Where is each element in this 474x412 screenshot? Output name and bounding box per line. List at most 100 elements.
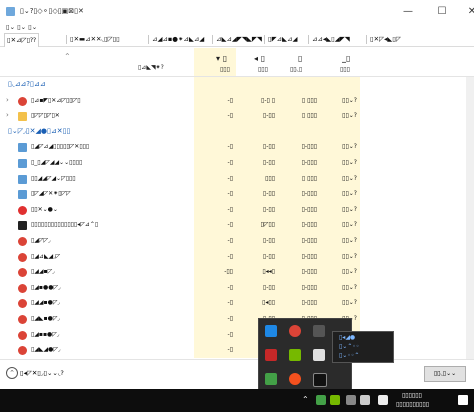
end-task-button[interactable]: ▯▯◟▯⌄⌄ [424,366,466,382]
nvidia-icon[interactable] [289,349,301,361]
column-header-status[interactable]: ▯⊿◣◥⁕? [138,64,164,71]
process-name: ▯⊿▪◤▯✕⊿◸▯▯◸▯ [31,96,81,104]
table-row[interactable]: ▯◢◢▪◸◞ -▯▯ ▯◂◂▯ ▯-▯▯▯ ▯▯⌄? [0,264,474,281]
memory-cell-bg [236,77,278,93]
column-header-cpu-pct[interactable]: ▾ ▯ [216,54,227,63]
process-name: ▯▯◢◢◸◢⌄◸▯▯▯ [31,174,76,182]
tab-processes[interactable]: ▯✕⊿◸▯⁇ [4,33,40,47]
process-name: ▯◸◸▯◸▯✕ [31,112,60,120]
cpu-cell-bg [194,77,236,93]
tooltip-line-3: ▯⌄◦◦⌃ [339,352,360,359]
tab-services[interactable]: ▯✕◸◂◣▯◸ [368,33,403,46]
network-value: ▯▯⌄? [342,190,357,198]
volume-icon[interactable] [360,395,370,405]
drive-icon[interactable] [313,325,325,337]
table-row[interactable]: ▯◢◸⊿◢▯▯▯▯▯◸✕▯▯▯ -▯ ▯-▯▯ ▯-▯▯▯ ▯▯⌄? [0,139,474,156]
column-header-network[interactable]: ▯▯▯ [340,66,350,73]
battery-icon[interactable] [265,349,277,361]
cpu-value: -▯ [227,159,233,166]
group-header[interactable]: ▯◟⊿⊿?▯⊿⊿ [0,77,474,93]
table-row[interactable]: ▯▯◢◢◸◢⌄◸▯▯▯ -▯ ▯▯▯ ▯ ▯▯▯ ▯▯⌄? [0,170,474,187]
disk-value: ▯ ▯▯▯ [301,174,317,182]
expand-chevron-icon[interactable]: › [6,96,9,104]
table-row[interactable]: › ▯◸◸▯◸▯✕ -▯ ▯-▯▯ ▯ ▯▯▯ ▯▯⌄? [0,108,474,125]
onedrive-icon[interactable] [313,349,325,361]
table-row[interactable]: ▯◢◣◢●◸◞-▯▯-▯▯▯-▯▯▯▯▯⌄? [0,342,474,359]
memory-value: ▯-▯▯ [262,205,275,213]
tab-separator [148,35,149,44]
chrome-icon [18,346,27,356]
nvidia-icon[interactable] [330,395,340,405]
tab-performance[interactable]: ▯✕▬⊿✕✕◟▯◸▯▯ [68,33,122,46]
column-header-memory-pct[interactable]: ◂ ▯ [254,54,265,63]
table-row[interactable]: › ▯⊿▪◤▯✕⊿◸▯▯◸▯ -▯ ▯-▯ ▯ ▯ ▯▯▯ ▯▯⌄? [0,92,474,109]
table-row[interactable]: ▯◢⊿◣◢◞◸ -▯ ▯-▯▯ ▯-▯▯▯ ▯▯⌄? [0,248,474,265]
disk-value: ▯-▯▯▯ [301,143,317,151]
column-header-network-pct[interactable]: _▯ [342,54,350,63]
network-value: ▯▯⌄? [342,221,357,229]
cpu-value: -▯ [227,283,233,291]
network-value: ▯▯⌄? [342,205,357,213]
update-icon[interactable] [316,395,326,405]
memory-value: ▯-▯▯ [262,190,275,198]
group-label: ▯⌄◸◞▯✕◢●▯⊿✕▯▯ [8,126,71,135]
tab-users[interactable]: ▯◤⊿◣⊿◢ [266,33,299,46]
cpu-value: -▯ [227,143,233,151]
cpu-value: -▯▯ [224,268,233,276]
vertical-scrollbar[interactable] [466,77,474,359]
column-header-cpu[interactable]: ▯▯▯ [220,66,230,73]
table-row[interactable]: ▯◢◸◸◞ -▯ ▯-▯▯ ▯-▯▯▯ ▯▯⌄? [0,233,474,249]
table-row[interactable]: ▯◢◢▪●◸◞ -▯ ▯◂▯▯ ▯-▯▯▯ ▯▯⌄? [0,295,474,312]
bluetooth-icon[interactable] [265,325,277,337]
network-value: ▯▯⌄? [342,299,357,307]
input-icon[interactable] [378,395,388,405]
table-row[interactable]: ▯◢◣▪●◸◞-▯▯-▯▯▯-▯▯▯▯▯⌄? [0,311,474,327]
table-row[interactable]: ▯▯✕⌄●⌄ -▯ ▯-▯▯ ▯-▯▯▯ ▯▯⌄? [0,201,474,218]
chrome-icon [18,283,27,293]
network-icon[interactable] [346,395,356,405]
memory-value: ▯-▯▯ [262,159,275,166]
memory-value: ▯-▯▯ [262,112,275,120]
tray-tooltip: ▯◂◢● ▯⌄⌃◦◦ ▯⌄◦◦⌃ [332,331,394,363]
table-row[interactable]: ▯◢▪▪●◸◞-▯▯▯◂▯-▯▯▯▯▯⌄? [0,326,474,343]
cpu-value: -▯ [227,205,233,213]
column-header-disk[interactable]: ▯▯◟▯ [290,66,302,73]
cpu-value: -▯ [227,299,233,307]
clock-date[interactable]: ▯▯▯▯▯▯▯▯▯▯ [396,401,429,408]
menu-items[interactable]: ▯⌄ ▯⌄ ▯⌄ [6,23,37,31]
tab-bar: ▯✕⊿◸▯⁇ ▯✕▬⊿✕✕◟▯◸▯▯ ⊿◢⊿▪●⁕⊿◣⊿◢ ⊿◣⊿◢◤◥◣◤◥ … [0,33,474,47]
clock-time[interactable]: ▯▯▯▯▯▯ [402,392,422,399]
explorer-icon [18,112,27,122]
arrow-icon[interactable] [289,373,301,385]
disk-value: ▯-▯▯▯ [301,159,317,166]
notification-icon[interactable] [458,395,468,405]
tab-startup[interactable]: ⊿◣⊿◢◤◥◣◤◥ [214,33,264,46]
network-value: ▯▯⌄? [342,268,357,276]
disk-value: ▯-▯▯▯ [301,221,317,229]
cpu-value: -▯ [227,190,233,198]
expand-chevron-icon[interactable]: › [6,111,9,119]
update-icon[interactable] [265,373,277,385]
tab-separator [212,35,213,44]
app-icon[interactable] [313,373,327,387]
table-row[interactable]: ▯_▯◢◸◢◢⌄⌄▯▯▯▯ -▯ ▯-▯▯ ▯-▯▯▯ ▯▯⌄? [0,155,474,171]
column-header-memory[interactable]: ▯▯▯ [258,66,268,73]
disk-value: ▯-▯▯▯ [301,237,317,244]
tab-app-history[interactable]: ⊿◢⊿▪●⁕⊿◣⊿◢ [150,33,206,46]
table-row[interactable]: ▯◸◢◸✕⁕▯◸◸ -▯ ▯-▯▯ ▯-▯▯▯ ▯▯⌄? [0,186,474,203]
disk-value: ▯-▯▯▯ [301,268,317,276]
fewer-details-icon[interactable]: ⌃ [6,367,18,379]
table-row[interactable]: ▯▯▯▯▯▯▯▯▯▯▯▯▯▯◂◸⊿⌃▯ -▯ ▯◸▯▯ ▯-▯▯▯ ▯▯⌄? [0,217,474,234]
fewer-details-link[interactable]: ▯◂◸✕▯◞▯⌄⌄◟? [20,369,64,377]
table-row[interactable]: ▯◢▪●●◸◞ -▯ ▯-▯▯ ▯-▯▯▯ ▯▯⌄? [0,279,474,296]
group-header[interactable]: ▯⌄◸◞▯✕◢●▯⊿✕▯▯ [0,123,474,140]
network-value: ▯▯⌄? [342,252,357,260]
tray-chevron-icon[interactable]: ⌃ [302,395,309,404]
tab-details[interactable]: ⊿⊿◂◣▯◢◤◥ [310,33,352,46]
chrome-icon[interactable] [289,325,301,337]
memory-value: ▯-▯▯ [262,143,275,151]
column-header-disk-pct[interactable]: ▯ [298,54,302,63]
memory-value: ▯-▯ ▯ [261,96,275,104]
process-name: ▯◢⊿◣◢◞◸ [31,252,61,260]
network-value: ▯▯⌄? [342,143,357,151]
